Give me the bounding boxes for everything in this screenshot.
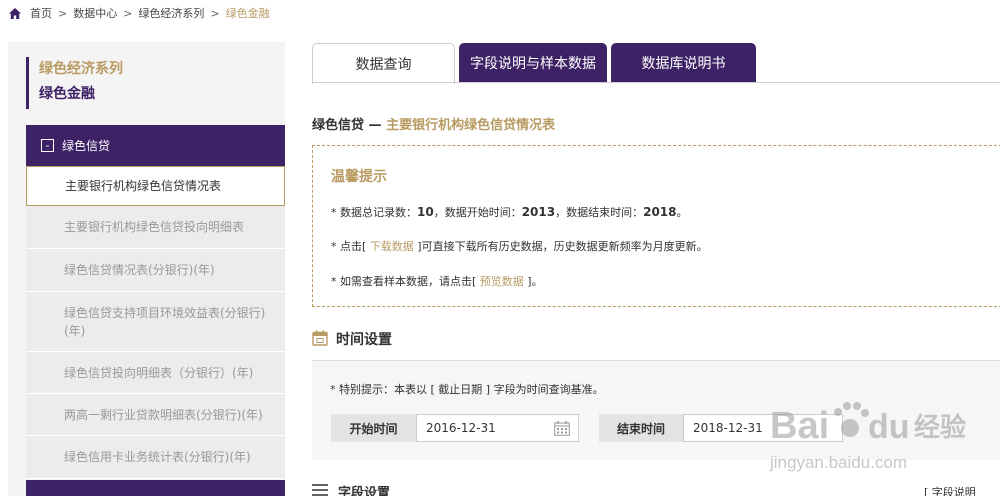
sidebar-item-environment-benefit[interactable]: 绿色信贷支持项目环境效益表(分银行)(年) (26, 292, 285, 352)
home-icon[interactable] (8, 7, 22, 20)
tip-download: * 点击[ 下载数据 ]可直接下载所有历史数据，历史数据更新频率为月度更新。 (331, 240, 708, 253)
sidebar-nav-list: 主要银行机构绿色信贷情况表 主要银行机构绿色信贷投向明细表 绿色信贷情况表(分银… (26, 166, 285, 479)
start-date-calendar-icon[interactable] (554, 421, 570, 436)
page-title: 绿色信贷 — 主要银行机构绿色信贷情况表 (312, 118, 556, 133)
list-icon (312, 484, 328, 496)
collapse-icon[interactable]: - (41, 139, 54, 152)
sidebar-item-green-credit-by-bank[interactable]: 绿色信贷情况表(分银行)(年) (26, 249, 285, 292)
sidebar-group-green-credit[interactable]: - 绿色信贷 (26, 125, 285, 166)
tip-preview: * 如需查看样本数据，请点击[ 预览数据 ]。 (331, 275, 543, 288)
field-settings-title: 字段设置 (338, 486, 391, 496)
preview-data-link[interactable]: 预览数据 (480, 275, 524, 288)
tab-field-description[interactable]: 字段说明与样本数据 (459, 43, 607, 83)
calendar-icon (312, 330, 328, 346)
sidebar: 绿色经济系列 绿色金融 - 绿色信贷 主要银行机构绿色信贷情况表 主要银行机构绿… (8, 42, 285, 496)
field-description-link[interactable]: [ 字段说明 (924, 484, 976, 496)
tab-divider (312, 82, 1000, 83)
sidebar-subtitle: 绿色金融 (39, 86, 95, 102)
sidebar-item-main-banks-green-credit-detail[interactable]: 主要银行机构绿色信贷投向明细表 (26, 206, 285, 249)
breadcrumb-green-economy[interactable]: 绿色经济系列 (138, 5, 204, 21)
svg-text:jingyan.baidu.com: jingyan.baidu.com (769, 453, 907, 472)
time-settings-note: * 特别提示：本表以 [ 截止日期 ] 字段为时间查询基准。 (330, 383, 604, 396)
sidebar-item-high-pollution-loans[interactable]: 两高一剩行业贷款明细表(分银行)(年) (26, 394, 285, 436)
paw-icon (834, 402, 869, 437)
start-date-label: 开始时间 (331, 414, 416, 442)
tips-title: 温馨提示 (331, 169, 387, 185)
sidebar-series-title: 绿色经济系列 (39, 61, 123, 77)
svg-text:经验: 经验 (914, 412, 966, 443)
tip-record-summary: * 数据总记录数：10，数据开始时间：2013，数据结束时间：2018。 (331, 205, 688, 219)
breadcrumb-current: 绿色金融 (225, 7, 270, 20)
end-date-label: 结束时间 (599, 414, 683, 442)
sidebar-item-green-credit-card[interactable]: 绿色信用卡业务统计表(分银行)(年) (26, 436, 285, 479)
svg-text:Bai: Bai (770, 405, 829, 447)
breadcrumb: 首页 > 数据中心 > 绿色经济系列 > 绿色金融 (8, 4, 270, 22)
breadcrumb-data-center[interactable]: 数据中心 (73, 5, 117, 21)
sidebar-next-group[interactable] (26, 480, 285, 496)
breadcrumb-home[interactable]: 首页 (30, 5, 52, 21)
tab-bar: 数据查询 字段说明与样本数据 数据库说明书 (312, 43, 760, 84)
tab-database-manual[interactable]: 数据库说明书 (611, 43, 756, 83)
baidu-jingyan-watermark: Bai du 经验 jingyan.baidu.com (769, 402, 966, 472)
sidebar-item-credit-direction-by-bank[interactable]: 绿色信贷投向明细表（分银行）(年) (26, 352, 285, 394)
sidebar-header: 绿色经济系列 绿色金融 (26, 57, 276, 109)
start-date-input[interactable]: 2016-12-31 (416, 414, 579, 442)
sidebar-item-main-banks-green-credit[interactable]: 主要银行机构绿色信贷情况表 (26, 166, 285, 206)
tips-box: 温馨提示 * 数据总记录数：10，数据开始时间：2013，数据结束时间：2018… (312, 145, 1000, 307)
tab-data-query[interactable]: 数据查询 (312, 43, 455, 84)
svg-text:du: du (868, 408, 910, 446)
time-settings-title: 时间设置 (336, 332, 392, 348)
sidebar-group-label: 绿色信贷 (62, 139, 111, 153)
download-data-link[interactable]: 下载数据 (370, 240, 414, 253)
